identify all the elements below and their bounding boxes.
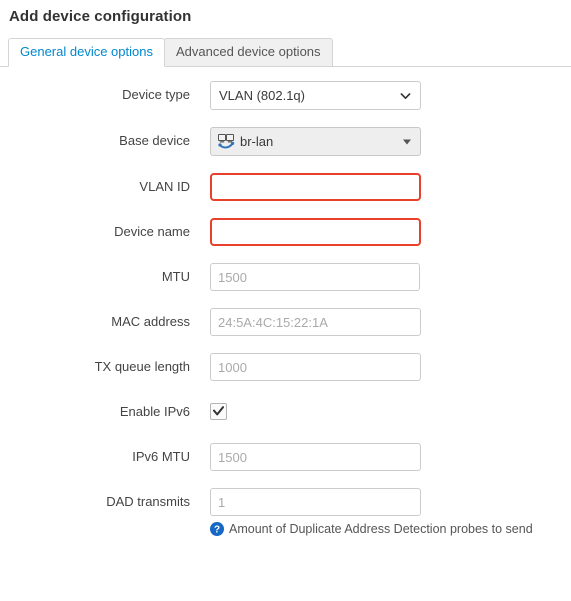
device-name-label: Device name [114,224,190,239]
dad-transmits-field: ? Amount of Duplicate Address Detection … [210,488,533,536]
form-row-enable-ipv6: Enable IPv6 [0,398,571,426]
mac-address-label: MAC address [111,314,190,329]
dad-transmits-label: DAD transmits [106,494,190,509]
device-configuration-form: Device type VLAN (802.1q) Base device br… [0,67,571,536]
dad-transmits-input[interactable] [210,488,421,516]
dad-transmits-help: ? Amount of Duplicate Address Detection … [210,522,533,536]
form-row-device-type: Device type VLAN (802.1q) [0,81,571,110]
base-device-value: br-lan [240,134,274,149]
tab-advanced-device-options[interactable]: Advanced device options [163,38,333,67]
ipv6-mtu-input[interactable] [210,443,421,471]
mtu-label: MTU [161,269,190,284]
device-name-field [210,218,421,246]
enable-ipv6-field [210,398,227,420]
form-row-tx-queue-length: TX queue length [0,353,571,381]
enable-ipv6-label: Enable IPv6 [119,404,190,419]
form-row-base-device: Base device br-lan [0,127,571,156]
help-circle-icon: ? [210,522,224,536]
tx-queue-length-label: TX queue length [94,359,190,374]
mtu-input[interactable] [210,263,420,291]
vlan-id-input[interactable] [210,173,421,201]
base-device-label: Base device [119,133,190,148]
form-row-mtu: MTU [0,263,571,291]
form-row-vlan-id: VLAN ID [0,173,571,201]
checkmark-icon [213,406,224,416]
ipv6-mtu-label: IPv6 MTU [132,449,190,464]
form-row-dad-transmits: DAD transmits ? Amount of Duplicate Addr… [0,488,571,536]
page-title: Add device configuration [9,8,192,25]
form-row-device-name: Device name [0,218,571,246]
tab-advanced-device-options-label: Advanced device options [175,44,321,59]
enable-ipv6-checkbox[interactable] [210,403,227,420]
bridge-device-icon [218,134,235,149]
device-type-select[interactable]: VLAN (802.1q) [210,81,421,110]
tab-general-device-options[interactable]: General device options [8,38,165,67]
mtu-field [210,263,420,291]
base-device-combobox[interactable]: br-lan [210,127,421,156]
vlan-id-field [210,173,421,201]
mac-address-input[interactable] [210,308,421,336]
tx-queue-length-field [210,353,421,381]
mac-address-field [210,308,421,336]
dad-transmits-help-text: Amount of Duplicate Address Detection pr… [229,522,533,536]
caret-down-icon [403,139,411,144]
vlan-id-label: VLAN ID [139,179,190,194]
device-name-input[interactable] [210,218,421,246]
ipv6-mtu-field [210,443,421,471]
form-row-mac-address: MAC address [0,308,571,336]
svg-text:?: ? [214,525,220,536]
tx-queue-length-input[interactable] [210,353,421,381]
base-device-field: br-lan [210,127,421,156]
device-type-field: VLAN (802.1q) [210,81,421,110]
form-row-ipv6-mtu: IPv6 MTU [0,443,571,471]
tab-general-device-options-label: General device options [20,44,153,59]
tab-bar: General device options Advanced device o… [0,38,571,67]
device-type-label: Device type [122,87,190,102]
